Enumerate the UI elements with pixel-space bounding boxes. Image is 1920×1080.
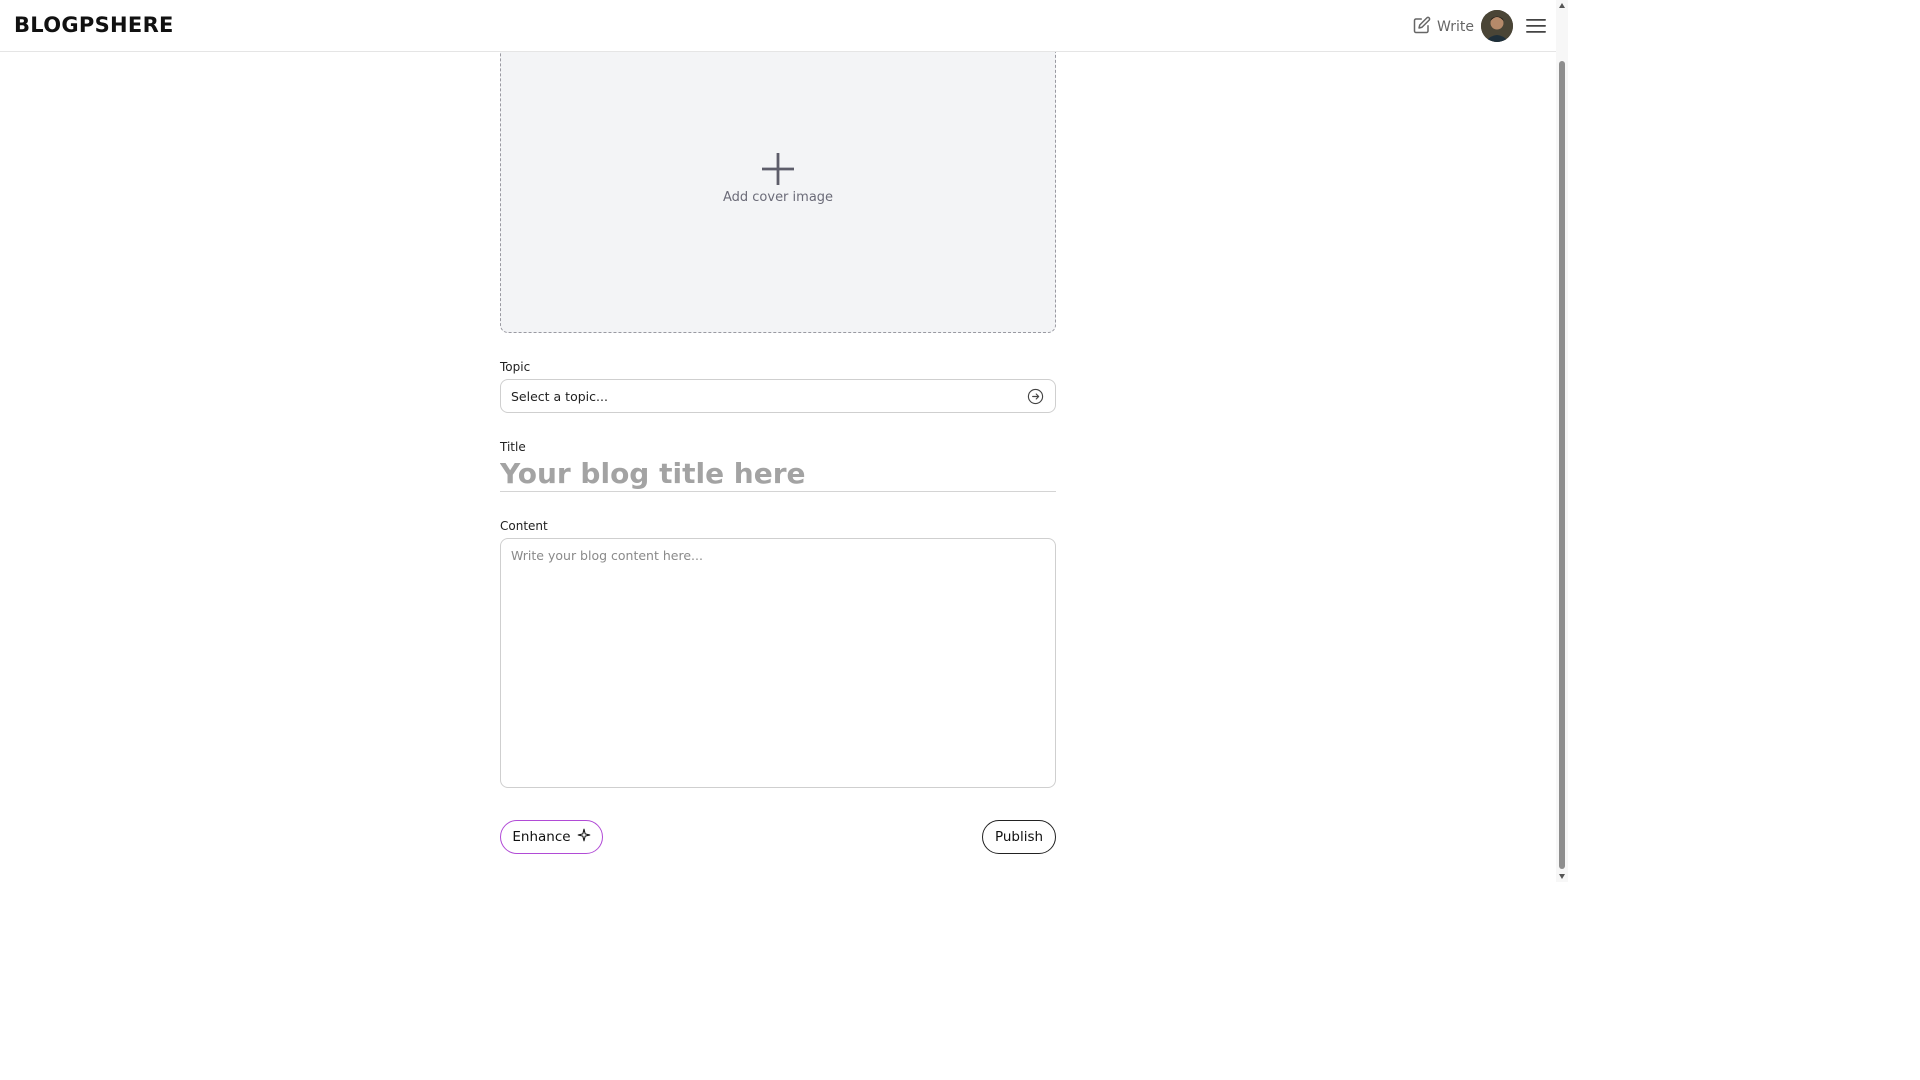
cover-image-label: Add cover image — [722, 190, 834, 205]
write-label: Write — [1437, 19, 1474, 35]
scroll-thumb[interactable] — [1559, 61, 1565, 869]
hamburger-menu-icon[interactable] — [1525, 16, 1547, 36]
site-logo[interactable]: BLOGPSHERE — [14, 13, 174, 37]
title-label: Title — [500, 440, 526, 454]
content-label: Content — [500, 519, 548, 533]
write-link[interactable]: Write — [1413, 16, 1474, 38]
sparkle-icon — [577, 828, 591, 846]
title-input[interactable] — [500, 456, 1056, 492]
topic-label: Topic — [500, 360, 531, 374]
publish-label: Publish — [994, 829, 1044, 845]
publish-button[interactable]: Publish — [982, 820, 1056, 854]
topic-placeholder: Select a topic... — [511, 389, 608, 404]
edit-pencil-icon — [1413, 16, 1431, 38]
topic-select[interactable]: Select a topic... — [500, 379, 1056, 413]
arrow-right-circle-icon — [1027, 388, 1044, 405]
avatar[interactable] — [1481, 10, 1513, 42]
content-textarea[interactable] — [500, 538, 1056, 788]
top-navbar: BLOGPSHERE Write — [0, 0, 1556, 52]
page-scrollbar[interactable] — [1556, 0, 1568, 882]
scroll-down-arrow-icon[interactable] — [1558, 872, 1566, 880]
enhance-button[interactable]: Enhance — [500, 820, 603, 854]
cover-image-dropzone[interactable]: Add cover image — [500, 30, 1056, 333]
enhance-label: Enhance — [512, 829, 571, 845]
scroll-up-arrow-icon[interactable] — [1558, 2, 1566, 10]
plus-icon — [762, 153, 794, 185]
